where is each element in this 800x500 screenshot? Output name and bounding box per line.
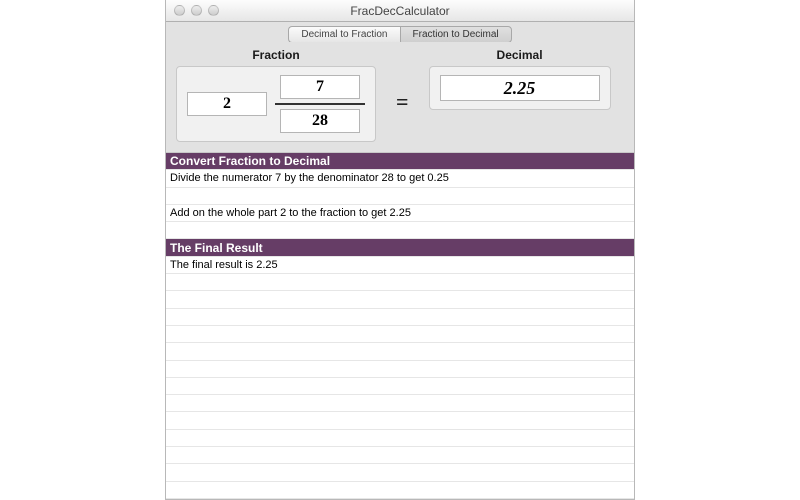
tab-decimal-to-fraction[interactable]: Decimal to Fraction — [288, 26, 399, 43]
blank-line — [166, 222, 634, 239]
blank-line — [166, 326, 634, 343]
steps-list: Convert Fraction to Decimal Divide the n… — [166, 153, 634, 499]
blank-line — [166, 378, 634, 395]
fraction-column: Fraction 2 7 28 — [176, 48, 376, 142]
fraction-label: Fraction — [252, 48, 299, 62]
blank-line — [166, 274, 634, 291]
decimal-output[interactable]: 2.25 — [440, 75, 600, 101]
fraction-group: 7 28 — [275, 75, 365, 133]
decimal-label: Decimal — [497, 48, 543, 62]
blank-line — [166, 412, 634, 429]
step-section-header: Convert Fraction to Decimal — [166, 153, 634, 170]
decimal-column: Decimal 2.25 — [429, 48, 611, 142]
step-section-header: The Final Result — [166, 239, 634, 256]
blank-line — [166, 188, 634, 205]
blank-line — [166, 343, 634, 360]
app-window: FracDecCalculator Decimal to Fraction Fr… — [165, 0, 635, 500]
blank-line — [166, 430, 634, 447]
step-line: The final result is 2.25 — [166, 257, 634, 274]
titlebar: FracDecCalculator — [166, 0, 634, 22]
blank-line — [166, 464, 634, 481]
fraction-box: 2 7 28 — [176, 66, 376, 142]
fraction-bar — [275, 103, 365, 105]
input-panel: Fraction 2 7 28 = Decimal 2.25 — [166, 42, 634, 152]
blank-line — [166, 482, 634, 499]
decimal-box: 2.25 — [429, 66, 611, 110]
denominator-input[interactable]: 28 — [280, 109, 360, 133]
equals-sign: = — [392, 89, 413, 115]
tab-fraction-to-decimal[interactable]: Fraction to Decimal — [400, 26, 512, 43]
step-line: Add on the whole part 2 to the fraction … — [166, 205, 634, 222]
steps-area: Convert Fraction to Decimal Divide the n… — [166, 152, 634, 499]
step-line: Divide the numerator 7 by the denominato… — [166, 170, 634, 187]
whole-input[interactable]: 2 — [187, 92, 267, 116]
blank-line — [166, 447, 634, 464]
blank-line — [166, 361, 634, 378]
numerator-input[interactable]: 7 — [280, 75, 360, 99]
window-title: FracDecCalculator — [166, 4, 634, 18]
blank-line — [166, 395, 634, 412]
blank-line — [166, 309, 634, 326]
tabbar: Decimal to Fraction Fraction to Decimal — [166, 22, 634, 42]
blank-line — [166, 291, 634, 308]
